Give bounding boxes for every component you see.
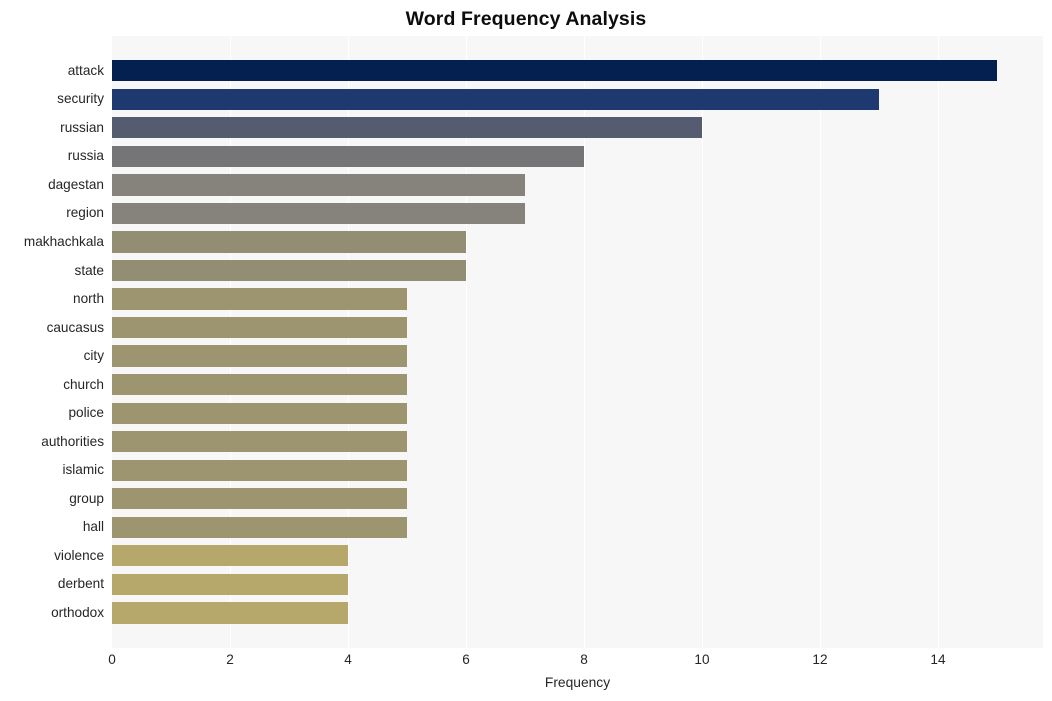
bar-row[interactable] bbox=[112, 114, 1043, 143]
y-axis-tick-north: north bbox=[73, 291, 104, 307]
y-axis-tick-russia: russia bbox=[67, 148, 104, 164]
word-frequency-chart: Word Frequency Analysis attack security ru… bbox=[0, 0, 1052, 701]
bar[interactable] bbox=[112, 231, 466, 253]
y-axis-tick-police: police bbox=[68, 405, 104, 421]
x-axis-tick-0: 0 bbox=[108, 652, 116, 667]
bar-row[interactable] bbox=[112, 513, 1043, 542]
bar-row[interactable] bbox=[112, 542, 1043, 571]
bar[interactable] bbox=[112, 488, 407, 510]
bar[interactable] bbox=[112, 459, 407, 481]
bar[interactable] bbox=[112, 374, 407, 396]
x-axis-label: Frequency bbox=[544, 675, 611, 690]
y-axis-tick-violence: violence bbox=[54, 547, 104, 563]
y-axis-tick-attack: attack bbox=[67, 62, 104, 78]
x-axis-tick-4: 4 bbox=[344, 652, 352, 667]
bar-row[interactable] bbox=[112, 370, 1043, 399]
bar[interactable] bbox=[112, 174, 525, 196]
bar[interactable] bbox=[112, 316, 407, 339]
bar[interactable] bbox=[112, 345, 407, 367]
bar[interactable] bbox=[112, 545, 348, 567]
y-axis-tick-orthodox: orthodox bbox=[51, 604, 104, 620]
bar-row[interactable] bbox=[112, 57, 1043, 86]
chart-title: Word Frequency Analysis bbox=[405, 8, 647, 30]
bar[interactable] bbox=[112, 88, 879, 110]
y-axis-tick-islamic: islamic bbox=[62, 462, 104, 478]
bar[interactable] bbox=[112, 573, 348, 595]
x-axis-tick-8: 8 bbox=[580, 652, 588, 667]
bar[interactable] bbox=[112, 259, 466, 282]
y-axis-tick-hall: hall bbox=[82, 519, 104, 535]
bar-row[interactable] bbox=[112, 570, 1043, 599]
bar-row[interactable] bbox=[112, 256, 1043, 285]
x-axis-tick-14: 14 bbox=[930, 652, 946, 667]
y-axis-tick-city: city bbox=[83, 348, 104, 364]
bar-row[interactable] bbox=[112, 199, 1043, 228]
bar[interactable] bbox=[112, 288, 407, 310]
bar-row[interactable] bbox=[112, 85, 1043, 114]
y-axis-tick-state: state bbox=[74, 262, 104, 278]
y-axis-tick-region: region bbox=[66, 205, 104, 221]
y-axis-tick-security: security bbox=[57, 91, 104, 107]
bar-row[interactable] bbox=[112, 599, 1043, 628]
bar-row[interactable] bbox=[112, 342, 1043, 371]
bar-row[interactable] bbox=[112, 399, 1043, 428]
bar[interactable] bbox=[112, 602, 348, 624]
y-axis-tick-labels: attack security russian russia dagestan regio… bbox=[0, 36, 104, 648]
y-axis-tick-russian: russian bbox=[60, 119, 104, 135]
y-axis-tick-dagestan: dagestan bbox=[48, 176, 104, 192]
bar[interactable] bbox=[112, 516, 407, 538]
bar-row[interactable] bbox=[112, 313, 1043, 342]
y-axis-tick-derbent: derbent bbox=[57, 576, 104, 592]
bar[interactable] bbox=[112, 202, 525, 225]
bar-row[interactable] bbox=[112, 142, 1043, 171]
y-axis-tick-makhachkala: makhachkala bbox=[23, 233, 104, 249]
plot-area bbox=[112, 36, 1043, 648]
bar[interactable] bbox=[112, 431, 407, 453]
bar[interactable] bbox=[112, 402, 407, 424]
bar[interactable] bbox=[112, 117, 702, 139]
bar-row[interactable] bbox=[112, 228, 1043, 257]
bar-row[interactable] bbox=[112, 485, 1043, 514]
bar[interactable] bbox=[112, 145, 584, 167]
x-axis-tick-2: 2 bbox=[226, 652, 234, 667]
x-axis-tick-12: 12 bbox=[812, 652, 828, 667]
bar-row[interactable] bbox=[112, 427, 1043, 456]
bar[interactable] bbox=[112, 60, 997, 82]
bar-series bbox=[112, 36, 1043, 648]
x-axis-tick-10: 10 bbox=[694, 652, 710, 667]
bar-row[interactable] bbox=[112, 285, 1043, 314]
y-axis-tick-group: group bbox=[69, 490, 104, 506]
x-axis-tick-labels: 0 2 4 6 8 10 12 14 bbox=[108, 651, 1043, 671]
x-axis-tick-6: 6 bbox=[462, 652, 470, 667]
bar-row[interactable] bbox=[112, 171, 1043, 200]
y-axis-tick-authorities: authorities bbox=[41, 433, 104, 449]
y-axis-tick-church: church bbox=[63, 376, 104, 392]
bar-row[interactable] bbox=[112, 456, 1043, 485]
y-axis-tick-caucasus: caucasus bbox=[46, 319, 104, 335]
